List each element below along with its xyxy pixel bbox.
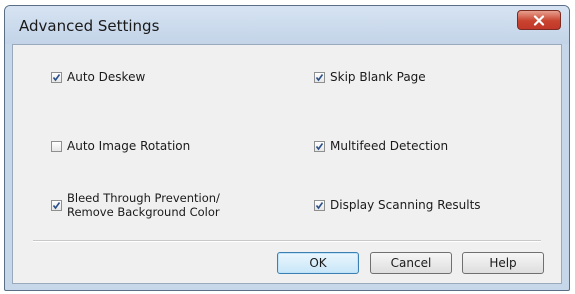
bleed-through-prevention-checkbox[interactable]: Bleed Through Prevention/ Remove Backgro… <box>51 191 220 219</box>
auto-image-rotation-checkbox[interactable]: Auto Image Rotation <box>51 139 190 153</box>
cancel-button[interactable]: Cancel <box>370 252 452 274</box>
check-icon <box>315 142 324 150</box>
check-icon <box>315 73 324 81</box>
auto-image-rotation-label: Auto Image Rotation <box>67 139 191 153</box>
close-icon <box>533 14 545 26</box>
checkbox-box[interactable] <box>314 140 325 152</box>
skip-blank-page-checkbox[interactable]: Skip Blank Page <box>314 70 426 84</box>
check-icon <box>52 73 61 81</box>
checkbox-box[interactable] <box>51 71 62 83</box>
ok-button[interactable]: OK <box>277 252 359 274</box>
dialog-title: Advanced Settings <box>19 17 160 35</box>
multifeed-detection-label: Multifeed Detection <box>330 139 449 153</box>
checkbox-box[interactable] <box>314 199 325 211</box>
bleed-through-label-line1: Bleed Through Prevention/ <box>67 191 220 205</box>
checkbox-box[interactable] <box>51 199 62 211</box>
checkbox-box[interactable] <box>51 140 62 152</box>
display-scanning-results-checkbox[interactable]: Display Scanning Results <box>314 198 481 212</box>
display-scanning-results-label: Display Scanning Results <box>330 198 481 212</box>
advanced-settings-dialog: Advanced Settings Auto Deskew Auto Image… <box>4 5 570 291</box>
checkbox-box[interactable] <box>314 71 325 83</box>
bleed-through-label: Bleed Through Prevention/ Remove Backgro… <box>67 191 220 219</box>
auto-deskew-checkbox[interactable]: Auto Deskew <box>51 70 145 84</box>
check-icon <box>315 201 324 209</box>
bleed-through-label-line2: Remove Background Color <box>67 205 220 219</box>
dialog-content: Auto Deskew Auto Image Rotation Bleed Th… <box>12 44 562 284</box>
skip-blank-page-label: Skip Blank Page <box>330 70 426 84</box>
multifeed-detection-checkbox[interactable]: Multifeed Detection <box>314 139 448 153</box>
check-icon <box>52 201 61 209</box>
separator <box>33 240 541 242</box>
close-button[interactable] <box>517 10 561 30</box>
auto-deskew-label: Auto Deskew <box>67 70 146 84</box>
title-bar[interactable]: Advanced Settings <box>5 6 569 44</box>
help-button[interactable]: Help <box>462 252 544 274</box>
